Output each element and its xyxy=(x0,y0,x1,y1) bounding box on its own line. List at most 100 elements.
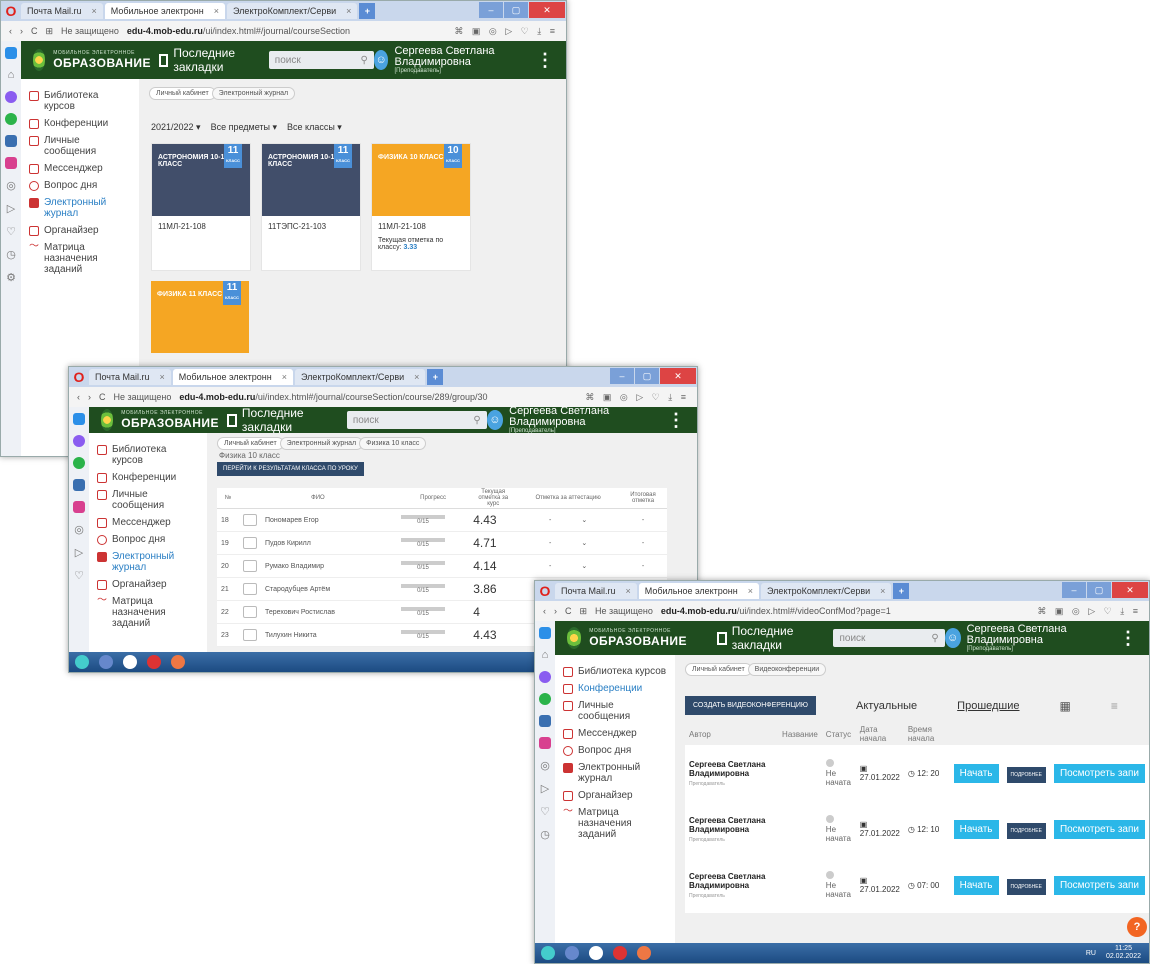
address-bar[interactable]: ‹ › C ⊞ Не защищено edu-4.mob-edu.ru/ui/ind… xyxy=(1,21,566,42)
grid-icon[interactable]: ⊞ xyxy=(46,26,54,37)
whatsapp-icon[interactable] xyxy=(539,693,551,705)
reload-icon[interactable]: C xyxy=(99,392,106,402)
sidebar-item-matrix[interactable]: 〜 Матрица назначения заданий xyxy=(21,239,139,278)
forward-icon[interactable]: › xyxy=(554,606,557,616)
app-icon[interactable] xyxy=(99,655,113,669)
close-icon[interactable]: × xyxy=(414,369,419,385)
messenger-icon[interactable] xyxy=(539,671,551,683)
current-mark-value[interactable]: 3.33 xyxy=(404,244,418,251)
start-icon[interactable] xyxy=(541,946,555,960)
user-menu[interactable]: ☺ Сергеева Светлана Владимировна [Преподав… xyxy=(486,406,697,434)
sidebar-item-courses[interactable]: Библиотека курсов xyxy=(89,441,207,469)
details-button[interactable]: ПОДРОБНЕЕ xyxy=(1006,766,1046,783)
course-card[interactable]: ФИЗИКА 10 КЛАСС 10 КЛАСС 11МЛ-21-108 Текущая… xyxy=(371,143,471,271)
close-icon[interactable]: × xyxy=(346,3,351,19)
player-icon[interactable]: ▷ xyxy=(75,546,83,559)
browser-toolbar-icons[interactable]: ⌘ ▣ ◎ ▷ ♡ ⤓ ≡ xyxy=(454,26,558,37)
search-input[interactable]: поиск ⚲ xyxy=(833,629,945,647)
grid-icon[interactable]: ⊞ xyxy=(580,606,588,617)
details-button[interactable]: ПОДРОБНЕЕ xyxy=(1006,878,1046,895)
player-icon[interactable]: ▷ xyxy=(541,782,549,795)
student-name[interactable]: Пономарев Егор xyxy=(238,508,397,532)
start-conference-button[interactable]: Начать xyxy=(953,763,999,783)
close-icon[interactable]: × xyxy=(160,369,165,385)
opera-icon[interactable] xyxy=(147,655,161,669)
vk-icon[interactable] xyxy=(539,715,551,727)
col-date[interactable]: Дата начала xyxy=(856,723,904,745)
student-name[interactable]: Пудов Кирилл xyxy=(238,531,397,555)
maximize-button[interactable]: ▢ xyxy=(504,2,528,18)
logo[interactable]: МОБИЛЬНОЕ ЭЛЕКТРОННОЕ ОБРАЗОВАНИЕ xyxy=(21,49,151,71)
browser-tab[interactable]: ЭлектроКомплект/Серви × xyxy=(761,583,892,599)
start-icon[interactable] xyxy=(75,655,89,669)
app-icon[interactable] xyxy=(123,655,137,669)
user-menu[interactable]: ☺ Сергеева Светлана Владимировна [Преподав… xyxy=(373,46,566,74)
sidebar-item-messages[interactable]: Личные сообщения xyxy=(21,132,139,160)
browser-tab[interactable]: Почта Mail.ru × xyxy=(555,583,637,599)
opera-icon[interactable] xyxy=(613,946,627,960)
col-status[interactable]: Статус xyxy=(822,723,856,745)
browser-tab[interactable]: ЭлектроКомплект/Серви × xyxy=(295,369,426,385)
course-card[interactable]: АСТРОНОМИЯ 10-11 КЛАСС 11 КЛАСС 11ТЭПС-21-1… xyxy=(261,143,361,271)
history-icon[interactable]: ◎ xyxy=(540,759,550,772)
sidebar-item-messages[interactable]: Личные сообщения xyxy=(555,697,675,725)
sidebar-item-organizer[interactable]: Органайзер xyxy=(555,787,675,804)
sidebar-item-question[interactable]: Вопрос дня xyxy=(555,742,675,759)
home-icon[interactable]: ⌂ xyxy=(542,649,549,661)
messenger-icon[interactable] xyxy=(73,435,85,447)
tab-actual[interactable]: Актуальные xyxy=(856,700,917,712)
clock-icon[interactable]: ◷ xyxy=(540,828,550,841)
app-icon[interactable] xyxy=(565,946,579,960)
home-icon[interactable]: ⌂ xyxy=(8,69,15,81)
url-text[interactable]: edu-4.mob-edu.ru/ui/index.html#/journal/… xyxy=(179,392,487,402)
attestation-select[interactable]: - ⌄ xyxy=(517,508,619,532)
sidebar-item-courses[interactable]: Библиотека курсов xyxy=(555,663,675,680)
class-results-button[interactable]: ПЕРЕЙТИ К РЕЗУЛЬТАТАМ КЛАССА ПО УРОКУ xyxy=(217,462,364,476)
forward-icon[interactable]: › xyxy=(20,26,23,36)
sidebar-item-matrix[interactable]: 〜 Матрица назначения заданий xyxy=(89,593,207,632)
table-row[interactable]: 18 Пономарев Егор 0/15 4.43- ⌄ - xyxy=(217,508,667,532)
more-menu-icon[interactable]: ⋮ xyxy=(1115,628,1141,649)
more-menu-icon[interactable]: ⋮ xyxy=(532,50,558,71)
minimize-button[interactable]: – xyxy=(479,2,503,18)
col-name[interactable]: ФИО xyxy=(238,488,397,509)
url-text[interactable]: edu-4.mob-edu.ru/ui/index.html#/journal/… xyxy=(127,26,350,36)
watch-recording-button[interactable]: Посмотреть запи xyxy=(1053,819,1145,839)
yandex-icon[interactable] xyxy=(637,946,651,960)
vk-icon[interactable] xyxy=(5,135,17,147)
browser-tab[interactable]: Почта Mail.ru × xyxy=(21,3,103,19)
opera-icon[interactable]: O xyxy=(1,1,21,21)
course-card[interactable]: ФИЗИКА 11 КЛАСС 11 КЛАСС xyxy=(151,281,249,353)
yandex-icon[interactable] xyxy=(171,655,185,669)
heart-icon[interactable]: ♡ xyxy=(540,805,550,818)
close-icon[interactable]: × xyxy=(748,583,753,599)
vk-icon[interactable] xyxy=(73,479,85,491)
table-row[interactable]: 19 Пудов Кирилл 0/15 4.71- ⌄ - xyxy=(217,531,667,555)
messenger-icon[interactable] xyxy=(73,413,85,425)
settings-icon[interactable]: ⚙ xyxy=(6,271,16,284)
instagram-icon[interactable] xyxy=(5,157,17,169)
student-name[interactable]: Тилухин Никита xyxy=(238,623,397,647)
student-name[interactable]: Терехович Ростислав xyxy=(238,600,397,624)
sidebar-item-messenger[interactable]: Мессенджер xyxy=(21,160,139,177)
browser-tab-active[interactable]: Мобильное электронн × xyxy=(104,3,226,19)
clock[interactable]: 11:25 02.02.2022 xyxy=(1106,945,1141,961)
more-menu-icon[interactable]: ⋮ xyxy=(663,410,689,431)
breadcrumb-item[interactable]: Видеоконференции xyxy=(747,663,827,676)
sidebar-item-messages[interactable]: Личные сообщения xyxy=(89,486,207,514)
col-title[interactable]: Название xyxy=(778,723,822,745)
sidebar-item-messenger[interactable]: Мессенджер xyxy=(555,725,675,742)
col-progress[interactable]: Прогресс xyxy=(396,488,470,509)
sidebar-item-journal[interactable]: Электронный журнал xyxy=(555,759,675,787)
close-icon[interactable]: × xyxy=(880,583,885,599)
url-text[interactable]: edu-4.mob-edu.ru/ui/index.html#/videoCon… xyxy=(661,606,891,616)
col-author[interactable]: Автор xyxy=(685,723,778,745)
search-icon[interactable]: ⚲ xyxy=(473,415,480,426)
user-menu[interactable]: ☺ Сергеева Светлана Владимировна [Преподав… xyxy=(944,624,1149,652)
close-window-button[interactable]: ✕ xyxy=(529,2,565,18)
sidebar-item-courses[interactable]: Библиотека курсов xyxy=(21,87,139,115)
help-button[interactable]: ? xyxy=(1127,917,1147,937)
breadcrumb-item[interactable]: Электронный журнал xyxy=(279,437,364,450)
list-view-icon[interactable]: ≡ xyxy=(1111,699,1118,713)
sidebar-item-messenger[interactable]: Мессенджер xyxy=(89,514,207,531)
